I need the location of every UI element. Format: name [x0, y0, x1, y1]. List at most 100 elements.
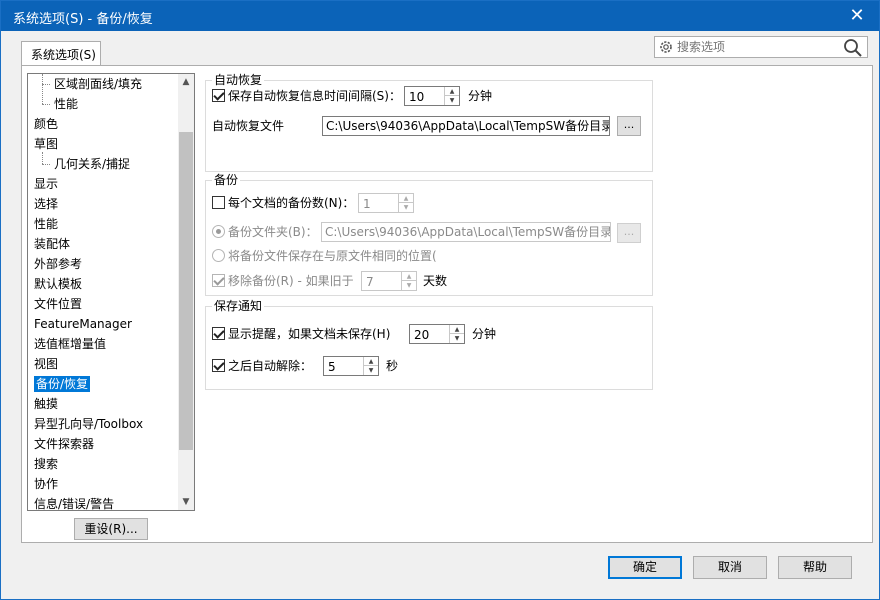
save-interval-checkbox[interactable] — [212, 89, 225, 102]
reminder-checkbox[interactable] — [212, 327, 225, 340]
tree-scrollbar[interactable]: ▲ ▼ — [178, 74, 194, 510]
remove-backup-label: 移除备份(R) - 如果旧于 — [228, 274, 354, 288]
remove-days-stepper[interactable]: 7 ▲ ▼ — [361, 271, 417, 291]
remove-days-unit: 天数 — [423, 274, 448, 288]
backup-folder-radio[interactable] — [212, 225, 225, 238]
reminder-unit: 分钟 — [472, 327, 497, 341]
spin-down-icon[interactable]: ▼ — [402, 281, 416, 290]
backup-group: 备份 每个文档的备份数(N)： 1 ▲ ▼ 备份文件夹(B)： C:\Users\… — [205, 173, 653, 296]
autorecover-group: 自动恢复 保存自动恢复信息时间间隔(S)： 10 ▲ ▼ 分钟 自动恢复文件 C:… — [205, 73, 653, 172]
tree-item-label: 区域剖面线/填充 — [54, 77, 143, 91]
tree-item[interactable]: 视图 — [28, 354, 176, 374]
spin-down-icon[interactable]: ▼ — [450, 334, 464, 343]
tree-item-label: 备份/恢复 — [34, 376, 91, 392]
tree-item[interactable]: 区域剖面线/填充 — [28, 74, 176, 94]
tree-item[interactable]: 性能 — [28, 94, 176, 114]
tab-system-options[interactable]: 系统选项(S) — [21, 41, 101, 65]
reminder-stepper[interactable]: 20 ▲ ▼ — [409, 324, 465, 344]
tree-item[interactable]: 文件位置 — [28, 294, 176, 314]
tree-item-label: 几何关系/捕捉 — [54, 157, 131, 171]
tree-item[interactable]: FeatureManager — [28, 314, 176, 334]
spin-up-icon[interactable]: ▲ — [402, 272, 416, 281]
ok-button[interactable]: 确定 — [608, 556, 682, 579]
tree-item[interactable]: 搜索 — [28, 454, 176, 474]
search-input[interactable] — [677, 38, 837, 56]
tree-item[interactable]: 草图 — [28, 134, 176, 154]
help-button[interactable]: 帮助 — [778, 556, 852, 579]
autorecover-folder-label: 自动恢复文件 — [212, 119, 285, 133]
tree-item[interactable]: 默认模板 — [28, 274, 176, 294]
reminder-row: 显示提醒，如果文档未保存(H) — [212, 325, 390, 343]
spin-down-icon[interactable]: ▼ — [364, 366, 378, 375]
tree-item[interactable]: 触摸 — [28, 394, 176, 414]
spin-down-icon[interactable]: ▼ — [445, 96, 459, 105]
spin-up-icon[interactable]: ▲ — [450, 325, 464, 334]
tree-item-label: 异型孔向导/Toolbox — [34, 417, 144, 431]
interval-value[interactable]: 10 — [409, 88, 424, 106]
backup-copies-label: 每个文档的备份数(N)： — [228, 196, 355, 210]
backup-folder-radio-row: 备份文件夹(B)： — [212, 223, 318, 241]
scroll-up-icon[interactable]: ▲ — [178, 74, 194, 90]
tree-item[interactable]: 协作 — [28, 474, 176, 494]
save-notify-title: 保存通知 — [212, 299, 265, 313]
tree-item[interactable]: 异型孔向导/Toolbox — [28, 414, 176, 434]
tree-item[interactable]: 选择 — [28, 194, 176, 214]
reset-button[interactable]: 重设(R)... — [74, 518, 148, 540]
remove-backup-checkbox[interactable] — [212, 274, 225, 287]
search-options-box[interactable] — [654, 36, 868, 58]
tree-item[interactable]: 显示 — [28, 174, 176, 194]
remove-days-value[interactable]: 7 — [366, 273, 374, 291]
spin-up-icon[interactable]: ▲ — [445, 87, 459, 96]
backup-copies-stepper[interactable]: 1 ▲ ▼ — [358, 193, 414, 213]
autorecover-browse-button[interactable]: ... — [617, 116, 641, 136]
save-interval-row: 保存自动恢复信息时间间隔(S)： — [212, 87, 401, 105]
dismiss-stepper[interactable]: 5 ▲ ▼ — [323, 356, 379, 376]
tree-item[interactable]: 备份/恢复 — [28, 374, 176, 394]
reminder-value[interactable]: 20 — [414, 326, 429, 344]
cancel-button[interactable]: 取消 — [693, 556, 767, 579]
options-tree: 信息/错误/警告 协作 搜索 文件探索器 异型孔向导/Toolbox 触摸 备份/恢复 视图 选… — [27, 73, 195, 511]
backup-copies-checkbox[interactable] — [212, 196, 225, 209]
interval-stepper[interactable]: 10 ▲ ▼ — [404, 86, 460, 106]
tree-item-label: 信息/错误/警告 — [34, 497, 115, 511]
scrollbar-thumb[interactable] — [179, 132, 193, 450]
spin-down-icon[interactable]: ▼ — [399, 203, 413, 212]
backup-folder-field[interactable]: C:\Users\94036\AppData\Local\TempSW备份目录 — [321, 222, 611, 242]
tree-item[interactable]: 外部参考 — [28, 254, 176, 274]
spin-up-icon[interactable]: ▲ — [364, 357, 378, 366]
interval-unit: 分钟 — [468, 89, 493, 103]
backup-browse-button[interactable]: ... — [617, 223, 641, 243]
tree-item[interactable]: 文件探索器 — [28, 434, 176, 454]
dismiss-checkbox[interactable] — [212, 359, 225, 372]
tree-item[interactable]: 选值框增量值 — [28, 334, 176, 354]
tree-item[interactable]: 性能 — [28, 214, 176, 234]
search-icon[interactable] — [843, 38, 863, 58]
tree-item[interactable]: 几何关系/捕捉 — [28, 154, 176, 174]
autorecover-folder-field[interactable]: C:\Users\94036\AppData\Local\TempSW备份目录\… — [322, 116, 610, 136]
tree-item[interactable]: 颜色 — [28, 114, 176, 134]
tree-item-label: 装配体 — [34, 237, 71, 251]
tree-item-label: 视图 — [34, 357, 59, 371]
title-bar: 系统选项(S) - 备份/恢复 ✕ — [1, 1, 879, 31]
tree-item-label: 搜索 — [34, 457, 59, 471]
tree-item-label: 文件位置 — [34, 297, 83, 311]
backup-copies-value[interactable]: 1 — [363, 195, 371, 213]
dismiss-value[interactable]: 5 — [328, 358, 336, 376]
scroll-down-icon[interactable]: ▼ — [178, 494, 194, 510]
tree-item[interactable]: 装配体 — [28, 234, 176, 254]
spin-up-icon[interactable]: ▲ — [399, 194, 413, 203]
reminder-label: 显示提醒，如果文档未保存(H) — [228, 327, 391, 341]
same-location-radio[interactable] — [212, 249, 225, 262]
tree-item[interactable]: 信息/错误/警告 — [28, 494, 176, 511]
tree-item-label: 颜色 — [34, 117, 59, 131]
backup-copies-row: 每个文档的备份数(N)： — [212, 194, 354, 212]
tree-item-label: 草图 — [34, 137, 59, 151]
options-dialog: 系统选项(S) - 备份/恢复 ✕ 系统选项(S) 信息/错误/警告 协作 搜索 文件… — [0, 0, 880, 600]
close-icon[interactable]: ✕ — [843, 4, 871, 28]
tree-item-label: 选择 — [34, 197, 59, 211]
tree-item-label: 性能 — [34, 217, 59, 231]
dismiss-unit: 秒 — [386, 359, 399, 373]
tree-item-label: 默认模板 — [34, 277, 83, 291]
gear-icon — [660, 41, 672, 53]
backup-folder-radio-label: 备份文件夹(B)： — [228, 225, 318, 239]
